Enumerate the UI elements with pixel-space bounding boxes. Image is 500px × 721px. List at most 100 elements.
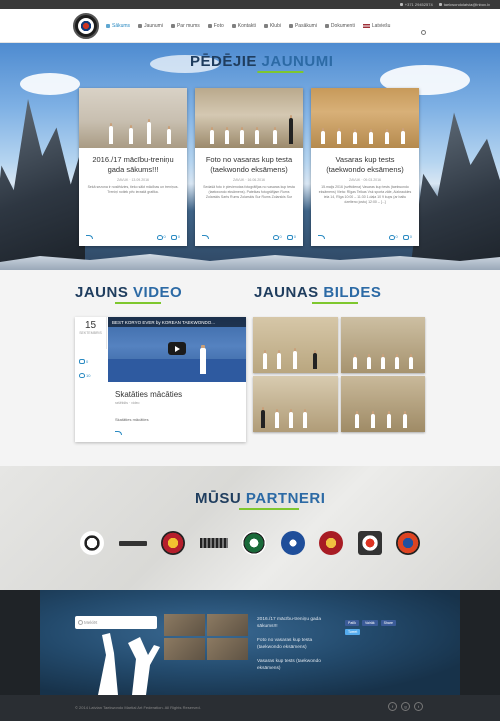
rescue-logo[interactable]: [357, 531, 382, 555]
nav-item-par-mums[interactable]: Par mums: [170, 23, 200, 29]
share-icon[interactable]: [86, 235, 93, 239]
figure: [289, 412, 293, 428]
flag-emblem-logo[interactable]: [396, 531, 420, 555]
nav-item-sakums[interactable]: Sākums: [106, 23, 130, 29]
news-card[interactable]: 2016./17 mācību-treniņu gada sākums!!! Z…: [79, 88, 187, 246]
figure: [401, 131, 405, 144]
footer-thumb[interactable]: [164, 614, 205, 636]
nav-item-foto[interactable]: Foto: [207, 23, 224, 29]
red-badge-logo[interactable]: [319, 531, 343, 555]
comment-button[interactable]: 0: [402, 234, 412, 240]
partners-section: [0, 466, 500, 590]
search-icon[interactable]: [421, 30, 426, 35]
tweet-button[interactable]: Tweet: [345, 629, 361, 635]
latest-news-title: PĒDĒJIE JAUNUMI: [190, 53, 333, 73]
new-video-title: JAUNS VIDEO: [75, 284, 182, 304]
figure: [255, 130, 259, 144]
share-icon[interactable]: [318, 235, 325, 239]
figure: [303, 412, 307, 428]
club-icon: [263, 24, 268, 28]
news-actions: 0 0: [86, 233, 180, 241]
gallery-photo[interactable]: [340, 376, 425, 432]
nav-item-jaunumi[interactable]: Jaunumi: [138, 23, 163, 29]
phone-contact[interactable]: +371 29452574: [399, 2, 433, 7]
google-plus-icon[interactable]: g: [401, 702, 410, 711]
nav-item-language[interactable]: Latviešu: [362, 23, 390, 29]
figure: [313, 353, 317, 369]
comment-icon: [170, 234, 177, 240]
video-post-card[interactable]: 15 SEKTEMBRIS 0 10 BEST KORYO EVER by KO…: [75, 317, 246, 442]
figure: [370, 414, 375, 428]
figure: [321, 131, 325, 144]
fighter-icon: [170, 24, 175, 28]
email-contact[interactable]: taekwondolatvia@inbox.lv: [438, 2, 490, 7]
club-crest-logo[interactable]: [161, 531, 185, 555]
post-counters: 0 10: [79, 355, 90, 383]
facebook-like-button[interactable]: Patīk: [345, 620, 359, 626]
news-photo[interactable]: [311, 88, 419, 148]
facebook-icon[interactable]: f: [388, 702, 397, 711]
video-post-title[interactable]: Skatāties mācāties: [115, 390, 182, 399]
figure: [277, 353, 281, 369]
heart-icon: [272, 234, 279, 240]
title-underline: [312, 302, 358, 304]
nav-item-dokumenti[interactable]: Dokumenti: [324, 23, 355, 29]
taekwondo-academy-logo[interactable]: [199, 538, 228, 548]
comment-button[interactable]: 0: [286, 234, 296, 240]
news-card[interactable]: Vasaras kup tests (taekwondo eksāmens) Z…: [311, 88, 419, 246]
figure: [293, 351, 297, 369]
like-button[interactable]: 0: [388, 234, 398, 240]
figure: [240, 130, 244, 144]
fighters-silhouette: [98, 633, 160, 695]
news-title[interactable]: 2016./17 mācību-treniņu gada sākums!!!: [79, 148, 187, 175]
gallery-photo[interactable]: [253, 376, 338, 432]
home-icon: [106, 24, 110, 28]
federation-logo[interactable]: [73, 13, 99, 39]
share-icon[interactable]: [115, 431, 122, 435]
figure: [273, 130, 277, 144]
footer-post-link[interactable]: 2016./17 mācību-treniņu gada sākums!!!: [257, 616, 333, 631]
twitter-icon[interactable]: t: [414, 702, 423, 711]
budoshop-logo[interactable]: [80, 531, 104, 555]
news-card[interactable]: Foto no vasaras kup testa (taekwondo eks…: [195, 88, 303, 246]
nav-item-klubi[interactable]: Klubi: [263, 23, 281, 29]
figure: [353, 132, 357, 144]
comment-icon: [286, 234, 293, 240]
share-icon[interactable]: [202, 235, 209, 239]
like-button[interactable]: 0: [272, 234, 282, 240]
news-photo[interactable]: [195, 88, 303, 148]
gallery-photo[interactable]: [253, 317, 338, 373]
comment-button[interactable]: 0: [170, 234, 180, 240]
like-count[interactable]: 10: [79, 369, 90, 383]
news-photo[interactable]: [79, 88, 187, 148]
footer-thumb[interactable]: [164, 638, 205, 660]
tape-logo[interactable]: [118, 540, 147, 546]
footer-thumb[interactable]: [207, 614, 248, 636]
play-button[interactable]: [168, 342, 186, 355]
facebook-more-button[interactable]: Vairāk: [361, 620, 378, 626]
footer-gallery: [164, 614, 248, 660]
nav-item-pasakumi[interactable]: Pasākumi: [288, 23, 317, 29]
footer-thumb[interactable]: [207, 638, 248, 660]
news-title[interactable]: Foto no vasaras kup testa (taekwondo eks…: [195, 148, 303, 175]
share-button[interactable]: Share: [380, 620, 396, 626]
contact-icon: [231, 24, 236, 28]
gallery-photo[interactable]: [340, 317, 425, 373]
comment-count[interactable]: 0: [79, 355, 90, 369]
figure: [385, 132, 389, 144]
figure: [147, 122, 151, 144]
footer-post-link[interactable]: Foto no vasaras kup testa (taekwondo eks…: [257, 637, 333, 652]
nav-item-kontakti[interactable]: Kontakti: [231, 23, 256, 29]
search-input[interactable]: Meklēt: [75, 616, 157, 629]
figure: [129, 128, 133, 144]
figure: [167, 129, 171, 144]
mail-icon: [438, 3, 442, 6]
video-player[interactable]: BEST KORYO EVER by KOREAN TAEKWONDO...: [108, 317, 246, 382]
footer-post-link[interactable]: Vasaras kup tests (taekwondo eksāmens): [257, 658, 333, 673]
phone-icon: [399, 3, 403, 6]
like-button[interactable]: 0: [156, 234, 166, 240]
news-title[interactable]: Vasaras kup tests (taekwondo eksāmens): [311, 148, 419, 175]
blue-emblem-logo[interactable]: [280, 531, 305, 555]
title-underline: [115, 302, 161, 304]
globe-federation-logo[interactable]: [242, 531, 266, 555]
